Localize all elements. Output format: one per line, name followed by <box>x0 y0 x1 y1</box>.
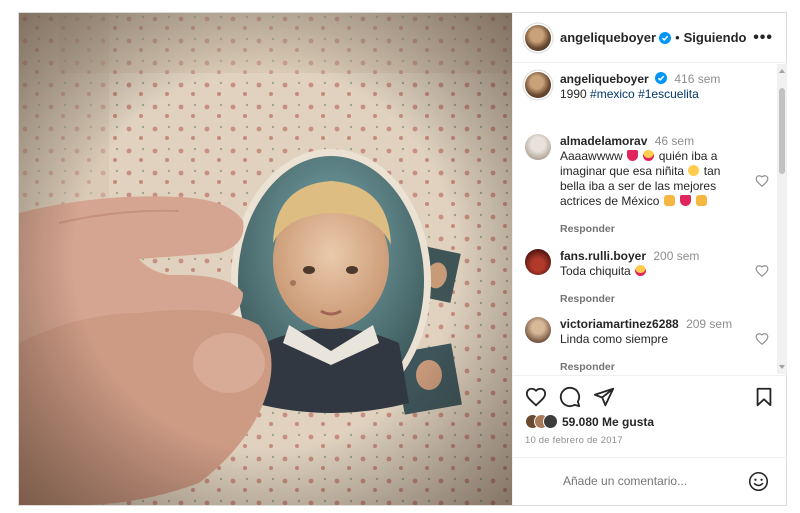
comment-text: Toda chiquita <box>560 264 631 278</box>
scrollbar-thumb[interactable] <box>779 88 785 174</box>
comment-avatar[interactable] <box>525 249 551 275</box>
baby-emoji <box>688 165 700 176</box>
add-comment-bar <box>513 457 787 505</box>
comment-icon[interactable] <box>559 386 581 408</box>
red-heart-emoji <box>627 150 639 161</box>
comment-like-icon[interactable] <box>755 264 769 278</box>
raised-hands-emoji <box>696 195 708 206</box>
caption-body: angeliqueboyer 416 sem 1990 #mexico #1es… <box>560 72 720 102</box>
comment-age: 200 sem <box>653 249 700 263</box>
liker-avatar <box>543 414 558 429</box>
share-icon[interactable] <box>593 386 615 408</box>
comment-username[interactable]: fans.rulli.boyer <box>560 249 646 263</box>
reply-button[interactable]: Responder <box>560 222 745 237</box>
verified-icon <box>659 31 672 44</box>
comment-input[interactable] <box>563 474 743 488</box>
comment-age: 209 sem <box>686 317 733 331</box>
comment-body: fans.rulli.boyer 200 sem Toda chiquita R… <box>560 249 745 307</box>
comment-avatar[interactable] <box>525 317 551 343</box>
author-username[interactable]: angeliqueboyer <box>560 30 656 45</box>
comment-body: almadelamorav 46 sem Aaaawwww quién iba … <box>560 134 745 237</box>
follow-status-button[interactable]: Siguiendo <box>684 30 747 45</box>
bookmark-icon[interactable] <box>753 386 775 408</box>
scroll-down-arrow[interactable] <box>779 365 785 369</box>
comment-item: fans.rulli.boyer 200 sem Toda chiquita R… <box>525 249 777 307</box>
reply-button[interactable]: Responder <box>560 292 745 307</box>
hashtag-link[interactable]: #1escuelita <box>638 87 699 101</box>
comments-scrollbar[interactable] <box>777 64 787 374</box>
instagram-post: angeliqueboyer • Siguiendo ••• angelique… <box>18 12 787 506</box>
comment-text: Linda como siempre <box>560 332 669 346</box>
caption: angeliqueboyer 416 sem 1990 #mexico #1es… <box>525 72 765 102</box>
caption-age: 416 sem <box>674 72 721 86</box>
verified-icon <box>655 72 668 84</box>
post-date[interactable]: 10 de febrero de 2017 <box>525 435 623 446</box>
post-image[interactable] <box>19 13 512 505</box>
comments-list: angeliqueboyer 416 sem 1990 #mexico #1es… <box>513 64 787 374</box>
heart-eyes-emoji <box>635 265 647 276</box>
emoji-icon[interactable] <box>748 471 769 492</box>
comment-avatar[interactable] <box>525 134 551 160</box>
clap-emoji <box>663 195 675 206</box>
like-icon[interactable] <box>525 386 547 408</box>
caption-username[interactable]: angeliqueboyer <box>560 72 649 86</box>
hashtag-link[interactable]: #mexico <box>590 87 635 101</box>
comment-text: Aaaawwww <box>560 149 623 163</box>
reply-button[interactable]: Responder <box>560 360 745 374</box>
comment-body: victoriamartinez6288 209 sem Linda como … <box>560 317 745 374</box>
comment-item: almadelamorav 46 sem Aaaawwww quién iba … <box>525 134 777 237</box>
likes-count[interactable]: 59.080 Me gusta <box>562 415 654 429</box>
comment-username[interactable]: victoriamartinez6288 <box>560 317 679 331</box>
caption-avatar[interactable] <box>525 72 551 98</box>
comment-like-icon[interactable] <box>755 174 769 188</box>
post-sidebar: angeliqueboyer • Siguiendo ••• angelique… <box>512 13 787 505</box>
separator-dot: • <box>675 30 680 45</box>
comment-username[interactable]: almadelamorav <box>560 134 647 148</box>
photo-child-portrait <box>19 13 512 505</box>
scroll-up-arrow[interactable] <box>779 69 785 73</box>
post-actions: 59.080 Me gusta 10 de febrero de 2017 <box>513 375 787 455</box>
more-icon[interactable]: ••• <box>753 29 773 47</box>
comment-age: 46 sem <box>654 134 695 148</box>
likes-summary[interactable]: 59.080 Me gusta <box>525 414 654 429</box>
post-header: angeliqueboyer • Siguiendo ••• <box>513 13 787 63</box>
comment-item: victoriamartinez6288 209 sem Linda como … <box>525 317 777 374</box>
author-avatar[interactable] <box>525 24 551 51</box>
caption-year: 1990 <box>560 87 587 101</box>
comment-like-icon[interactable] <box>755 332 769 346</box>
heart-eyes-emoji <box>643 150 655 161</box>
red-heart-emoji <box>680 195 692 206</box>
